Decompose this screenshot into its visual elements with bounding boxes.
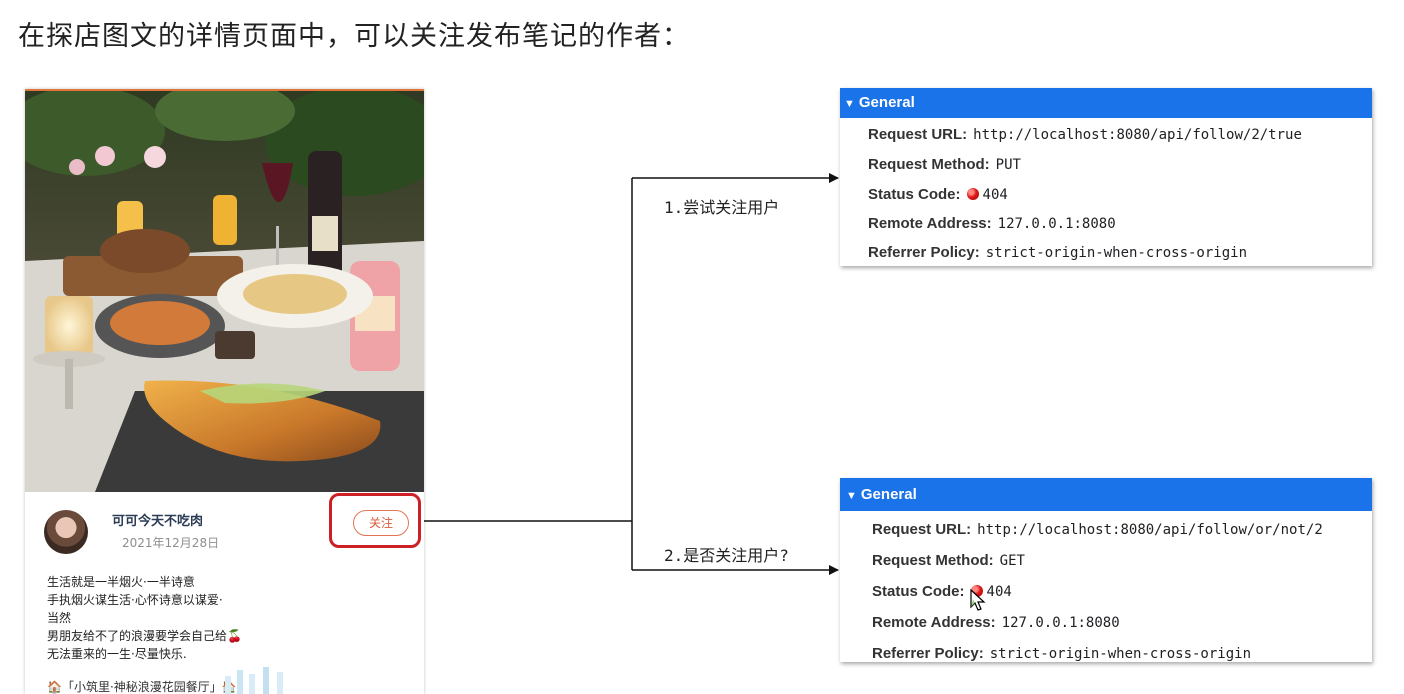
status-code-value: 404 — [982, 187, 1008, 203]
request-method-value: PUT — [995, 157, 1021, 173]
general-header-label: General — [858, 94, 915, 111]
remote-address-value: 127.0.0.1:8080 — [1001, 615, 1120, 631]
general-header-label: General — [860, 486, 917, 503]
post-body-line: 无法重来的一生·尽量快乐. — [47, 647, 187, 661]
request-method-row: Request Method: GET — [872, 551, 1025, 569]
mouse-cursor-icon — [970, 589, 986, 611]
request-general-panel-follow: ▼ General Request URL: http://localhost:80… — [840, 88, 1372, 266]
post-body-line: 生活就是一半烟火·一半诗意 — [47, 575, 195, 589]
request-general-panel-isfollow: ▼ General Request URL: http://localhost:80… — [840, 478, 1372, 662]
remote-address-label: Remote Address: — [868, 215, 992, 232]
request-method-row: Request Method: PUT — [868, 155, 1021, 173]
post-photo — [25, 91, 424, 492]
status-code-row: Status Code: 404 — [868, 185, 1008, 203]
post-body: 生活就是一半烟火·一半诗意 手执烟火谋生活·心怀诗意以谋爱· 当然 男朋友给不了… — [47, 573, 242, 663]
status-code-label: Status Code: — [868, 186, 961, 203]
referrer-policy-label: Referrer Policy: — [868, 244, 980, 261]
request-url-row: Request URL: http://localhost:8080/api/fo… — [868, 125, 1302, 143]
post-location-tag[interactable]: 🏠「小筑里·神秘浪漫花园餐厅」🏠 — [47, 678, 237, 694]
referrer-policy-row: Referrer Policy: strict-origin-when-cross… — [872, 644, 1251, 662]
remote-address-row: Remote Address: 127.0.0.1:8080 — [872, 613, 1120, 631]
post-body-line: 手执烟火谋生活·心怀诗意以谋爱· — [47, 593, 223, 607]
author-name[interactable]: 可可今天不吃肉 — [112, 510, 203, 529]
author-avatar[interactable] — [44, 510, 88, 554]
post-detail-card: 可可今天不吃肉 2021年12月28日 关注 生活就是一半烟火·一半诗意 手执烟… — [25, 89, 424, 694]
general-section-header[interactable]: ▼ General — [840, 88, 1372, 118]
request-url-value: http://localhost:8080/api/follow/or/not/… — [977, 522, 1323, 538]
referrer-policy-row: Referrer Policy: strict-origin-when-cross… — [868, 243, 1247, 261]
referrer-policy-value: strict-origin-when-cross-origin — [989, 646, 1252, 662]
request-method-label: Request Method: — [872, 552, 994, 569]
remote-address-row: Remote Address: 127.0.0.1:8080 — [868, 214, 1116, 232]
status-code-value: 404 — [986, 584, 1012, 600]
request-url-label: Request URL: — [872, 521, 972, 538]
error-status-icon — [966, 188, 979, 200]
follow-button[interactable]: 关注 — [353, 510, 409, 536]
remote-address-value: 127.0.0.1:8080 — [997, 216, 1116, 232]
decorative-bars — [225, 667, 283, 694]
step-2-label: 2.是否关注用户? — [664, 546, 789, 565]
general-section-header[interactable]: ▼ General — [840, 478, 1372, 511]
post-date: 2021年12月28日 — [122, 536, 220, 550]
request-url-value: http://localhost:8080/api/follow/2/true — [973, 127, 1302, 143]
expand-triangle-icon[interactable]: ▼ — [844, 90, 855, 119]
step-1-label: 1.尝试关注用户 — [664, 198, 780, 217]
referrer-policy-label: Referrer Policy: — [872, 645, 984, 662]
request-url-label: Request URL: — [868, 126, 968, 143]
expand-triangle-icon[interactable]: ▼ — [846, 480, 857, 513]
status-code-row: Status Code: 404 — [872, 582, 1012, 600]
post-body-line: 当然 — [47, 611, 72, 625]
post-body-line: 男朋友给不了的浪漫要学会自己给🍒 — [47, 629, 242, 643]
remote-address-label: Remote Address: — [872, 614, 996, 631]
slide-title: 在探店图文的详情页面中，可以关注发布笔记的作者： — [18, 21, 690, 52]
request-method-label: Request Method: — [868, 156, 990, 173]
request-method-value: GET — [999, 553, 1025, 569]
request-url-row: Request URL: http://localhost:8080/api/fo… — [872, 520, 1323, 538]
referrer-policy-value: strict-origin-when-cross-origin — [985, 245, 1248, 261]
status-code-label: Status Code: — [872, 583, 965, 600]
